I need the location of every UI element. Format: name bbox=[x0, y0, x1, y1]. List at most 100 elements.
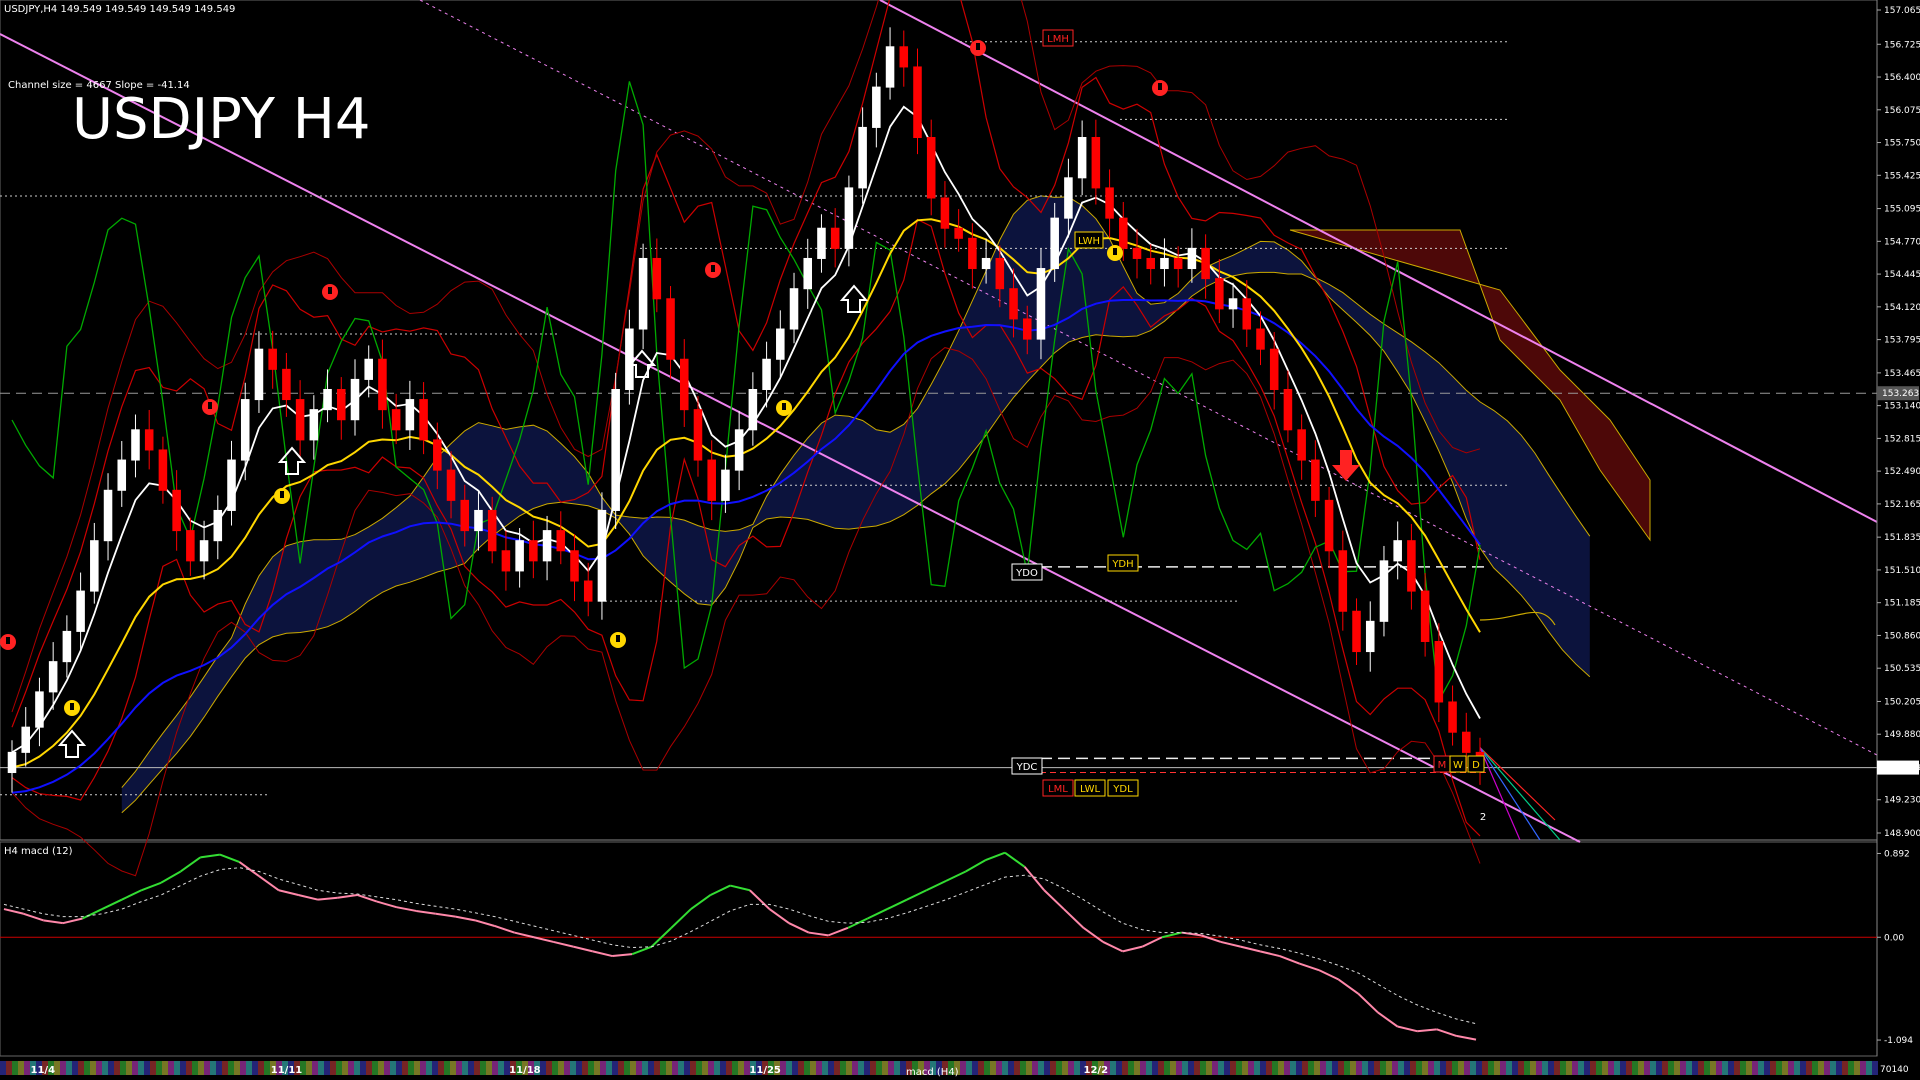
date-strip-cell bbox=[366, 1061, 372, 1075]
date-strip-cell bbox=[1326, 1061, 1332, 1075]
date-strip-cell bbox=[1266, 1061, 1272, 1075]
macd-segment bbox=[121, 889, 142, 901]
date-strip-cell bbox=[450, 1061, 456, 1075]
date-strip-cell bbox=[1818, 1061, 1824, 1075]
level-tag-label: D bbox=[1472, 760, 1480, 771]
candle-body bbox=[1256, 328, 1265, 350]
candle-body bbox=[103, 489, 113, 542]
date-strip-cell bbox=[1176, 1061, 1182, 1075]
date-strip-cell bbox=[426, 1061, 432, 1075]
candle-body bbox=[734, 429, 744, 471]
macd-segment bbox=[592, 950, 613, 958]
date-strip-cell bbox=[1128, 1061, 1134, 1075]
date-strip-cell bbox=[1290, 1061, 1296, 1075]
date-strip-cell bbox=[1284, 1061, 1290, 1075]
ma-blue bbox=[11, 298, 1481, 794]
date-strip-cell bbox=[1812, 1061, 1818, 1075]
date-strip-cell bbox=[462, 1061, 468, 1075]
candle-body bbox=[1064, 177, 1073, 219]
date-strip-cell bbox=[1044, 1061, 1050, 1075]
signal-marker-notch bbox=[711, 265, 715, 272]
candle-body bbox=[254, 348, 264, 401]
candle-body bbox=[1324, 499, 1334, 552]
symbol-header: USDJPY,H4 149.549 149.549 149.549 149.54… bbox=[4, 4, 235, 15]
date-strip-cell bbox=[330, 1061, 336, 1075]
date-strip-cell bbox=[564, 1061, 570, 1075]
candle-body bbox=[885, 46, 895, 88]
date-strip-cell bbox=[1668, 1061, 1674, 1075]
date-strip-cell bbox=[378, 1061, 384, 1075]
candle-body bbox=[474, 509, 483, 532]
macd-segment bbox=[141, 881, 162, 892]
macd-tab[interactable]: macd (H4) bbox=[906, 1067, 959, 1078]
date-strip-cell bbox=[180, 1061, 186, 1075]
date-label: 11/4 bbox=[31, 1065, 56, 1076]
date-strip-cell bbox=[576, 1061, 582, 1075]
date-strip-cell bbox=[672, 1061, 678, 1075]
date-strip-cell bbox=[156, 1061, 162, 1075]
date-strip-cell bbox=[660, 1061, 666, 1075]
date-strip-cell bbox=[1020, 1061, 1026, 1075]
date-strip-cell bbox=[1332, 1061, 1338, 1075]
date-strip-cell bbox=[1206, 1061, 1212, 1075]
candle-body bbox=[487, 509, 497, 552]
date-strip-cell bbox=[216, 1061, 222, 1075]
date-strip-cell bbox=[258, 1061, 264, 1075]
macd-segment bbox=[1338, 978, 1359, 995]
date-strip-cell bbox=[24, 1061, 30, 1075]
macd-segment bbox=[238, 861, 260, 877]
price-tick-label: 156.075 bbox=[1884, 106, 1920, 116]
candle-body bbox=[378, 358, 387, 411]
date-strip-cell bbox=[1434, 1061, 1440, 1075]
candle-body bbox=[62, 630, 72, 663]
macd-segment bbox=[768, 908, 790, 924]
date-strip-cell bbox=[150, 1061, 156, 1075]
candle-body bbox=[1242, 298, 1252, 330]
candle-body bbox=[762, 358, 771, 390]
date-strip-cell bbox=[816, 1061, 822, 1075]
macd-segment bbox=[474, 919, 495, 927]
date-strip-cell bbox=[828, 1061, 834, 1075]
date-strip-cell bbox=[1314, 1061, 1320, 1075]
date-strip-cell bbox=[894, 1061, 900, 1075]
date-strip-cell bbox=[1422, 1061, 1428, 1075]
date-strip-cell bbox=[666, 1061, 672, 1075]
candle-body bbox=[131, 429, 140, 461]
candle-body bbox=[76, 590, 85, 632]
candle-body bbox=[501, 550, 511, 572]
date-strip-cell bbox=[1542, 1061, 1548, 1075]
macd-segment bbox=[1279, 955, 1300, 965]
date-strip-cell bbox=[978, 1061, 984, 1075]
date-strip-cell bbox=[1380, 1061, 1386, 1075]
usdjpy-h4-chart[interactable]: LMH LWH YDO YDH YDC LML LWL YDL M W D 2 157.065 156.… bbox=[0, 0, 1920, 1080]
date-strip-cell bbox=[1356, 1061, 1362, 1075]
date-strip-cell bbox=[864, 1061, 870, 1075]
date-strip-cell bbox=[1830, 1061, 1836, 1075]
date-strip-cell bbox=[1062, 1061, 1068, 1075]
date-strip-cell bbox=[1740, 1061, 1746, 1075]
candle-body bbox=[1297, 429, 1306, 461]
date-strip-cell bbox=[1824, 1061, 1830, 1075]
candle-body bbox=[268, 348, 277, 370]
date-strip-cell bbox=[1518, 1061, 1524, 1075]
level-tag-label: YDC bbox=[1016, 762, 1038, 773]
macd-segment bbox=[337, 893, 358, 899]
date-strip-cell bbox=[684, 1061, 690, 1075]
candle-body bbox=[995, 257, 1005, 290]
candle-body bbox=[570, 550, 579, 582]
date-strip-cell bbox=[1272, 1061, 1278, 1075]
date-strip-cell bbox=[1536, 1061, 1542, 1075]
macd-segment bbox=[729, 884, 751, 892]
date-strip-cell bbox=[1608, 1061, 1614, 1075]
date-strip-cell bbox=[408, 1061, 414, 1075]
candle-body bbox=[295, 399, 305, 441]
price-tick-label: 151.510 bbox=[1884, 566, 1920, 576]
candle-body bbox=[405, 399, 415, 431]
candle-body bbox=[1434, 640, 1444, 703]
date-strip-cell bbox=[870, 1061, 876, 1075]
date-strip-cell bbox=[1152, 1061, 1158, 1075]
date-label: 11/11 bbox=[271, 1065, 303, 1076]
level-tag-label: 2 bbox=[1480, 812, 1486, 823]
candle-body bbox=[1269, 348, 1279, 390]
projection-line bbox=[1479, 747, 1541, 841]
